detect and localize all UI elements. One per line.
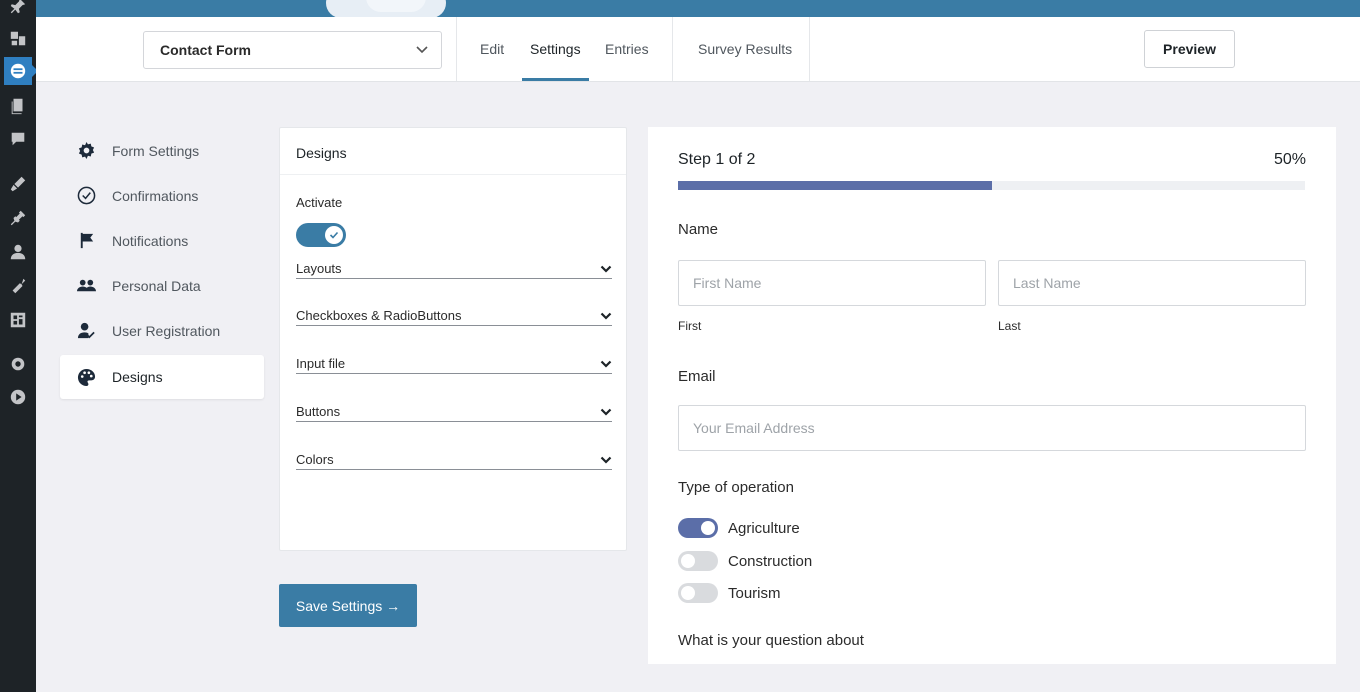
option-label: Construction [728,552,813,570]
nav-user-registration[interactable]: User Registration [60,308,264,353]
chevron-down-icon [600,360,612,368]
accordion-label: Layouts [296,261,342,276]
users-admin-icon[interactable] [8,242,28,262]
check-circle-icon [76,186,96,206]
activate-toggle[interactable] [296,223,346,247]
nav-label: Personal Data [112,277,201,294]
accordion-label: Checkboxes & RadioButtons [296,308,462,323]
operation-option-tourism[interactable]: Tourism [678,582,781,604]
palette-icon [76,367,96,387]
chevron-down-icon [600,408,612,416]
chevron-down-icon [600,265,612,273]
form-selector-value: Contact Form [160,42,251,58]
progress-fill [678,181,992,190]
settings-nav: Form Settings Confirmations Notification… [60,128,264,399]
email-label: Email [678,368,716,385]
settings-admin-icon[interactable] [8,354,28,374]
tab-survey-results[interactable]: Survey Results [698,17,792,81]
nav-designs[interactable]: Designs [60,355,264,399]
last-name-input[interactable]: Last Name [998,260,1306,306]
progress-percent: 50% [1273,151,1306,168]
header-divider [672,17,673,81]
import-icon[interactable] [8,310,28,330]
toggle-knob [325,226,343,244]
nav-form-settings[interactable]: Form Settings [60,128,264,173]
form-selector[interactable]: Contact Form [143,31,442,69]
media-icon[interactable] [8,28,28,48]
comments-icon[interactable] [8,129,28,149]
chevron-down-icon [416,46,428,54]
activate-label: Activate [296,195,343,210]
operation-toggle[interactable] [678,551,718,571]
panel-title: Designs [280,128,626,175]
nav-label: Confirmations [112,187,199,204]
accordion-label: Input file [296,356,346,371]
check-icon [329,231,339,239]
admin-sidebar [0,0,38,692]
operation-toggle[interactable] [678,583,718,603]
top-banner [36,0,1360,17]
option-label: Agriculture [728,519,800,537]
preview-button[interactable]: Preview [1144,30,1235,68]
tab-entries[interactable]: Entries [605,17,649,81]
pin-icon[interactable] [8,0,28,16]
pages-icon[interactable] [8,96,28,116]
nav-notifications[interactable]: Notifications [60,218,264,263]
nav-label: Form Settings [112,142,200,159]
save-settings-button[interactable]: Save Settings → [279,584,417,627]
accordion-input-file[interactable]: Input file [296,356,612,374]
operation-option-agriculture[interactable]: Agriculture [678,517,800,539]
placeholder: Last Name [1013,275,1081,291]
operation-label: Type of operation [678,479,794,496]
option-label: Tourism [728,584,781,602]
question-label: What is your question about [678,632,864,649]
accordion-buttons[interactable]: Buttons [296,404,612,422]
tab-settings[interactable]: Settings [522,17,589,81]
header-divider [456,17,457,81]
tab-edit[interactable]: Edit [480,17,504,81]
last-sublabel: Last [998,319,1021,333]
appearance-icon[interactable] [8,174,28,194]
step-indicator: Step 1 of 2 [678,151,756,168]
accordion-label: Buttons [296,404,341,419]
operation-toggle[interactable] [678,518,718,538]
gear-icon [76,141,96,161]
accordion-checkboxes[interactable]: Checkboxes & RadioButtons [296,308,612,326]
user-check-icon [76,321,96,341]
users-icon [76,276,96,296]
nav-personal-data[interactable]: Personal Data [60,263,264,308]
nav-label: User Registration [112,322,221,339]
progress-bar [678,181,1305,190]
nav-label: Notifications [112,232,189,249]
cloud-decoration [366,0,426,12]
first-sublabel: First [678,319,702,333]
accordion-label: Colors [296,452,334,467]
email-input[interactable]: Your Email Address [678,405,1306,451]
nav-confirmations[interactable]: Confirmations [60,173,264,218]
flag-icon [76,231,96,251]
forms-icon[interactable] [4,57,38,85]
tools-icon[interactable] [8,276,28,296]
form-header: Contact Form Edit Settings Entries Surve… [36,17,1360,82]
placeholder: Your Email Address [693,420,815,436]
chevron-down-icon [600,312,612,320]
nav-label: Designs [112,369,163,385]
designs-panel: Designs Activate Layouts Checkboxes & Ra… [279,127,627,551]
plugins-icon[interactable] [8,208,28,228]
accordion-colors[interactable]: Colors [296,452,612,470]
header-divider [809,17,810,81]
first-name-input[interactable]: First Name [678,260,986,306]
name-label: Name [678,221,719,238]
play-icon[interactable] [8,387,28,407]
operation-option-construction[interactable]: Construction [678,550,812,572]
chevron-down-icon [600,456,612,464]
placeholder: First Name [693,275,762,291]
accordion-layouts[interactable]: Layouts [296,261,612,279]
form-preview: Step 1 of 2 50% Name First Name Last Nam… [648,127,1336,664]
